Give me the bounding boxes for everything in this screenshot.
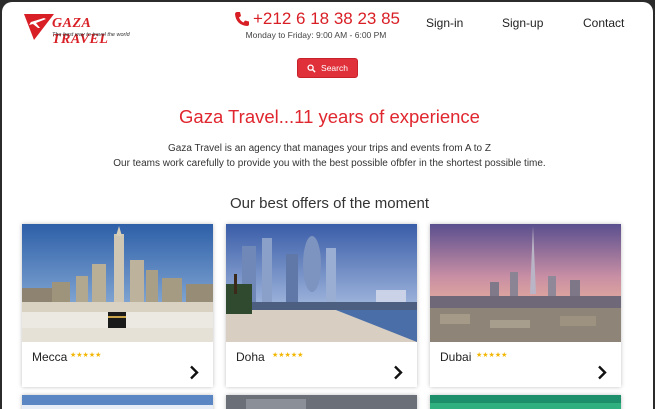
offer-card-dubai[interactable]: Dubai ★★★★★: [430, 224, 621, 387]
search-button-label: Search: [321, 63, 348, 73]
phone-text: +212 6 18 38 23 85: [253, 9, 400, 28]
nav-contact-link[interactable]: Contact: [583, 16, 624, 30]
search-button[interactable]: Search: [297, 58, 358, 78]
hero-title: Gaza Travel...11 years of experience: [179, 106, 480, 127]
nav-signin-link[interactable]: Sign-in: [426, 16, 463, 30]
offer-card-mecca[interactable]: Mecca ★★★★★: [22, 224, 213, 387]
mecca-photo: [22, 224, 213, 342]
brand-tagline: The best way to travel the world: [52, 32, 130, 38]
browser-viewport: GAZA TRAVEL The best way to travel the w…: [2, 2, 653, 409]
hero-description-line-1: Gaza Travel is an agency that manages yo…: [168, 143, 491, 154]
rating-stars-icon: ★★★★★: [476, 352, 508, 359]
offer-card-doha[interactable]: Doha ★★★★★: [226, 224, 417, 387]
brand-logo[interactable]: GAZA TRAVEL The best way to travel the w…: [22, 12, 146, 47]
offers-section-title: Our best offers of the moment: [230, 195, 429, 212]
logo-mark-icon: [24, 14, 54, 40]
nav-signup-link[interactable]: Sign-up: [502, 16, 543, 30]
card-city-name: Dubai: [440, 350, 472, 364]
chevron-right-icon[interactable]: [393, 365, 403, 380]
rating-stars-icon: ★★★★★: [70, 352, 102, 359]
offer-card-peek[interactable]: [430, 395, 621, 409]
offer-card-peek[interactable]: [226, 395, 417, 409]
phone-icon: [235, 12, 249, 26]
offer-card-peek[interactable]: [22, 395, 213, 409]
card-city-name: Mecca: [32, 350, 68, 364]
doha-photo: [226, 224, 417, 342]
dubai-photo: [430, 224, 621, 342]
phone-number[interactable]: +212 6 18 38 23 85: [234, 8, 400, 30]
card-city-name: Doha: [236, 350, 265, 364]
hero-description-line-2: Our teams work carefully to provide you …: [113, 158, 546, 169]
opening-hours: Monday to Friday: 9:00 AM - 6:00 PM: [245, 30, 387, 40]
rating-stars-icon: ★★★★★: [272, 352, 304, 359]
search-icon: [307, 63, 316, 73]
chevron-right-icon[interactable]: [597, 365, 607, 380]
chevron-right-icon[interactable]: [189, 365, 199, 380]
